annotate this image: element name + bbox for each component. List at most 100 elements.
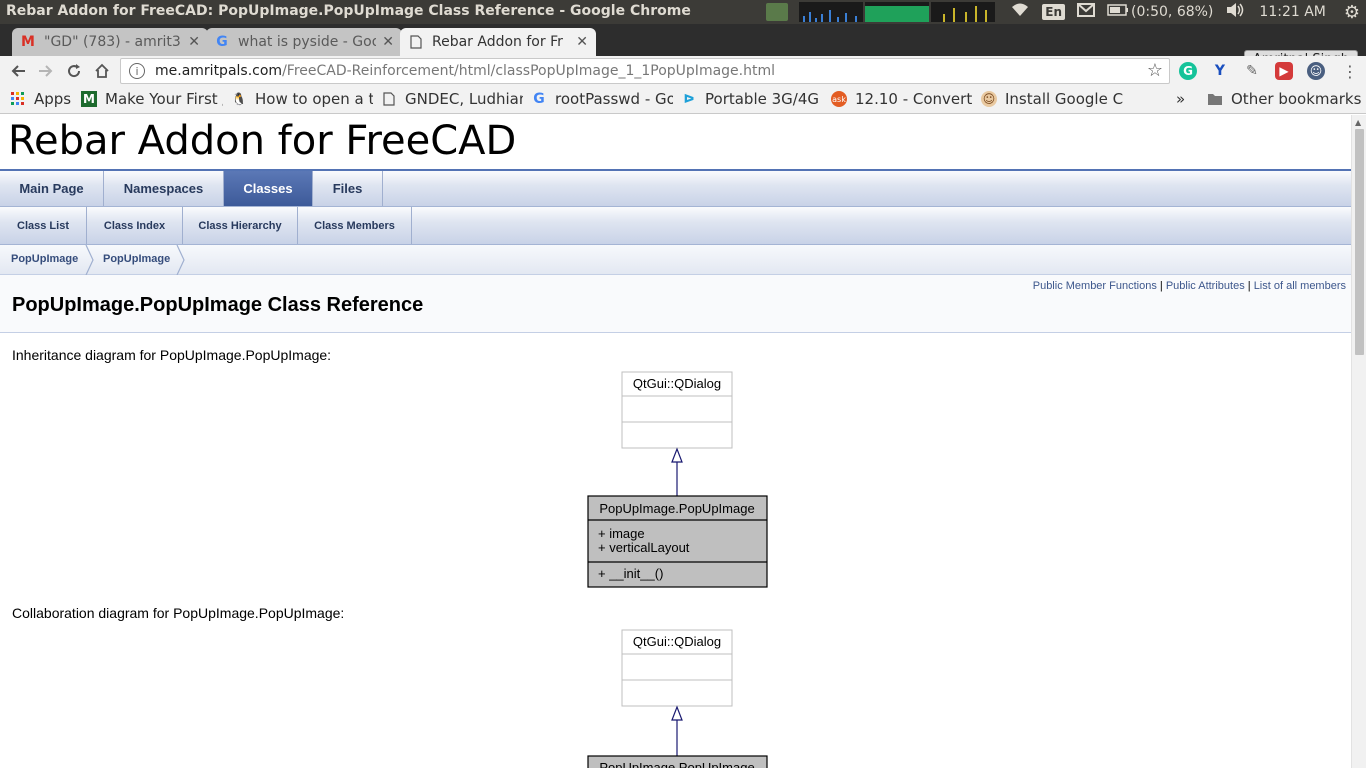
link-list-of-all-members[interactable]: List of all members xyxy=(1254,280,1346,292)
google-icon: G xyxy=(533,91,545,107)
wifi-logo-icon: ᐅ xyxy=(683,92,695,106)
tab-files[interactable]: Files xyxy=(313,171,383,206)
breadcrumb: PopUpImage PopUpImage xyxy=(0,245,1351,275)
sub-nav-tabs: Class List Class Index Class Hierarchy C… xyxy=(0,207,1351,245)
chrome-menu-icon[interactable]: ⋮ xyxy=(1340,61,1360,81)
apps-grid-icon xyxy=(10,91,26,107)
bookmark-label: Portable 3G/4G V xyxy=(705,90,823,108)
tab-title: Rebar Addon for Fr xyxy=(432,34,563,50)
inheritance-diagram: QtGui::QDialog PopUpImage.PopUpImage + i… xyxy=(587,371,768,588)
extension-icon[interactable]: ✎ xyxy=(1243,62,1261,80)
browser-tab-active[interactable]: Rebar Addon for Fr ✕ xyxy=(400,28,596,56)
attribute-image: + image xyxy=(598,526,645,541)
askubuntu-icon: ask xyxy=(831,91,847,107)
close-icon[interactable]: ✕ xyxy=(188,34,200,50)
inheritance-diagram-label: Inheritance diagram for PopUpImage.PopUp… xyxy=(12,347,332,363)
summary-separator: | xyxy=(1159,280,1163,292)
settings-gear-icon[interactable]: ⚙ xyxy=(1344,2,1360,23)
os-top-panel: Rebar Addon for FreeCAD: PopUpImage.PopU… xyxy=(0,0,1366,24)
forward-arrow-icon[interactable] xyxy=(36,61,56,81)
page-title: PopUpImage.PopUpImage Class Reference xyxy=(12,294,424,316)
grammarly-extension-icon[interactable]: G xyxy=(1179,62,1197,80)
clock[interactable]: 11:21 AM xyxy=(1259,4,1325,20)
derived-class-name: PopUpImage.PopUpImage xyxy=(599,501,754,516)
battery-icon[interactable] xyxy=(1107,4,1129,20)
bookmark-label: Make Your First / xyxy=(105,90,223,108)
link-public-attributes[interactable]: Public Attributes xyxy=(1166,280,1245,292)
site-info-icon[interactable]: i xyxy=(129,63,145,79)
base-class-name: QtGui::QDialog xyxy=(633,376,721,391)
reload-icon[interactable] xyxy=(64,61,84,81)
bookmark-item[interactable]: GNDEC, Ludhian xyxy=(381,90,523,108)
page-scrollbar[interactable]: ▲ xyxy=(1351,115,1366,768)
memory-graph-icon xyxy=(865,2,930,22)
window-title: Rebar Addon for FreeCAD: PopUpImage.PopU… xyxy=(6,3,691,19)
tab-class-list[interactable]: Class List xyxy=(0,207,87,244)
scroll-up-arrow-icon[interactable]: ▲ xyxy=(1355,118,1361,127)
browser-tab-strip: M "GD" (783) - amrit37 ✕ G what is pysid… xyxy=(0,24,1366,71)
bookmark-item[interactable]: G rootPasswd - Go xyxy=(531,90,673,108)
bookmark-label: rootPasswd - Go xyxy=(555,90,673,108)
bookmark-item[interactable]: ᐅ Portable 3G/4G V xyxy=(681,90,823,108)
method-init: + __init__() xyxy=(598,566,663,581)
bookmark-label: Install Google Ch xyxy=(1005,90,1123,108)
scroll-thumb[interactable] xyxy=(1355,129,1364,355)
google-icon: G xyxy=(216,34,228,50)
address-bar[interactable]: i me.amritpals.com/FreeCAD-Reinforcement… xyxy=(120,58,1170,84)
system-tray: En (0:50, 68%) 11:21 AM ⚙ xyxy=(760,0,1366,24)
summary-links: Public Member Functions | Public Attribu… xyxy=(1033,280,1346,292)
browser-tab[interactable]: G what is pyside - Goo ✕ xyxy=(206,28,402,56)
network-graph-icon xyxy=(799,2,864,22)
tab-title: what is pyside - Goo xyxy=(238,34,377,50)
derived-class-name: PopUpImage.PopUpImage xyxy=(599,760,754,768)
tab-class-index[interactable]: Class Index xyxy=(87,207,183,244)
linux-icon: 🐧 xyxy=(231,92,247,106)
tab-class-hierarchy[interactable]: Class Hierarchy xyxy=(183,207,298,244)
bookmark-star-icon[interactable]: ☆ xyxy=(1147,60,1163,81)
volume-icon[interactable] xyxy=(1225,2,1245,22)
browser-toolbar: i me.amritpals.com/FreeCAD-Reinforcement… xyxy=(0,56,1366,86)
page-icon xyxy=(408,34,424,50)
bookmark-label: How to open a ta xyxy=(255,90,373,108)
media-extension-icon[interactable]: ▶ xyxy=(1275,62,1293,80)
breadcrumb-item[interactable]: PopUpImage xyxy=(103,253,170,265)
bookmarks-bar: Apps M Make Your First / 🐧 How to open a… xyxy=(0,86,1366,114)
close-icon[interactable]: ✕ xyxy=(382,34,394,50)
close-icon[interactable]: ✕ xyxy=(576,34,588,50)
site-icon: ☺ xyxy=(981,91,997,107)
wifi-icon[interactable] xyxy=(1010,2,1030,22)
link-public-member-functions[interactable]: Public Member Functions xyxy=(1033,280,1157,292)
assistant-extension-icon[interactable]: ☺ xyxy=(1307,62,1325,80)
tab-classes[interactable]: Classes xyxy=(224,171,313,206)
tab-namespaces[interactable]: Namespaces xyxy=(104,171,224,206)
browser-tab[interactable]: M "GD" (783) - amrit37 ✕ xyxy=(12,28,208,56)
app-indicator-icon[interactable] xyxy=(766,3,789,21)
vpn-extension-icon[interactable]: Y xyxy=(1211,62,1229,80)
tab-main-page[interactable]: Main Page xyxy=(0,171,104,206)
more-bookmarks-button[interactable]: » xyxy=(1176,90,1185,108)
keyboard-layout-indicator[interactable]: En xyxy=(1042,4,1066,20)
other-bookmarks-label: Other bookmarks xyxy=(1231,90,1362,108)
base-class-name: QtGui::QDialog xyxy=(633,634,721,649)
battery-status[interactable]: (0:50, 68%) xyxy=(1131,4,1213,20)
class-header: Public Member Functions | Public Attribu… xyxy=(0,275,1351,333)
attribute-verticalLayout: + verticalLayout xyxy=(598,540,690,555)
bookmark-item[interactable]: ☺ Install Google Ch xyxy=(981,90,1123,108)
breadcrumb-item[interactable]: PopUpImage xyxy=(11,253,78,265)
main-nav-tabs: Main Page Namespaces Classes Files xyxy=(0,171,1351,207)
mail-icon[interactable] xyxy=(1077,3,1096,21)
bookmark-item[interactable]: 🐧 How to open a ta xyxy=(231,90,373,108)
other-bookmarks[interactable]: Other bookmarks xyxy=(1207,90,1361,108)
home-icon[interactable] xyxy=(92,61,112,81)
bookmark-m-icon: M xyxy=(81,91,97,107)
page-icon xyxy=(381,91,397,107)
bookmark-label: Apps xyxy=(34,90,72,108)
page-content: Rebar Addon for FreeCAD Main Page Namesp… xyxy=(0,115,1351,768)
bookmark-label: GNDEC, Ludhian xyxy=(405,90,523,108)
back-arrow-icon[interactable] xyxy=(8,61,28,81)
bookmark-item[interactable]: ask 12.10 - Convert y xyxy=(831,90,973,108)
bookmark-apps[interactable]: Apps xyxy=(10,90,74,108)
tab-class-members[interactable]: Class Members xyxy=(298,207,412,244)
url-path: /FreeCAD-Reinforcement/html/classPopUpIm… xyxy=(282,63,775,79)
bookmark-item[interactable]: M Make Your First / xyxy=(81,90,223,108)
